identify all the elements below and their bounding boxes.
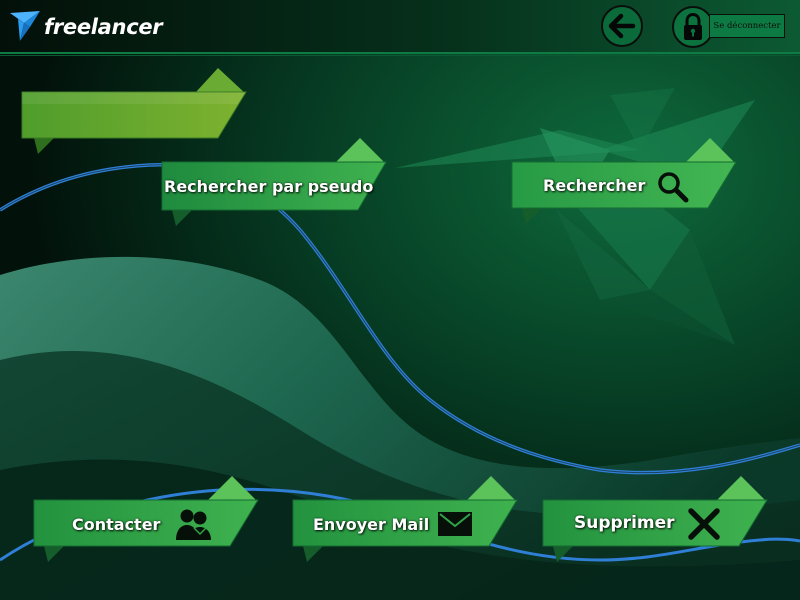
search-label: Rechercher xyxy=(543,176,646,195)
header-divider xyxy=(0,52,800,54)
envelope-icon xyxy=(438,512,472,536)
send-mail-label: Envoyer Mail xyxy=(313,515,430,534)
lock-button[interactable] xyxy=(672,6,714,48)
bird-logo-icon xyxy=(10,11,40,41)
search-by-pseudo-label: Rechercher par pseudo xyxy=(164,177,374,196)
search-by-pseudo-button[interactable]: Rechercher par pseudo xyxy=(160,138,390,228)
logout-button[interactable]: Se déconnecter xyxy=(709,14,785,38)
lock-icon xyxy=(684,13,702,40)
logo-text: freelancer xyxy=(44,15,163,39)
magnifier-icon xyxy=(658,172,689,203)
header-divider-thin xyxy=(0,55,800,56)
search-button[interactable]: Rechercher xyxy=(510,138,738,228)
users-icon xyxy=(176,509,211,540)
freelancer-logo: freelancer xyxy=(8,9,163,43)
delete-button[interactable]: Supprimer xyxy=(541,476,769,566)
send-mail-button[interactable]: Envoyer Mail xyxy=(291,476,519,566)
arrow-left-icon xyxy=(608,13,636,39)
delete-label: Supprimer xyxy=(574,513,675,533)
x-icon xyxy=(688,508,720,540)
contact-label: Contacter xyxy=(72,515,161,534)
contact-button[interactable]: Contacter xyxy=(32,476,260,566)
back-button[interactable] xyxy=(601,5,643,47)
